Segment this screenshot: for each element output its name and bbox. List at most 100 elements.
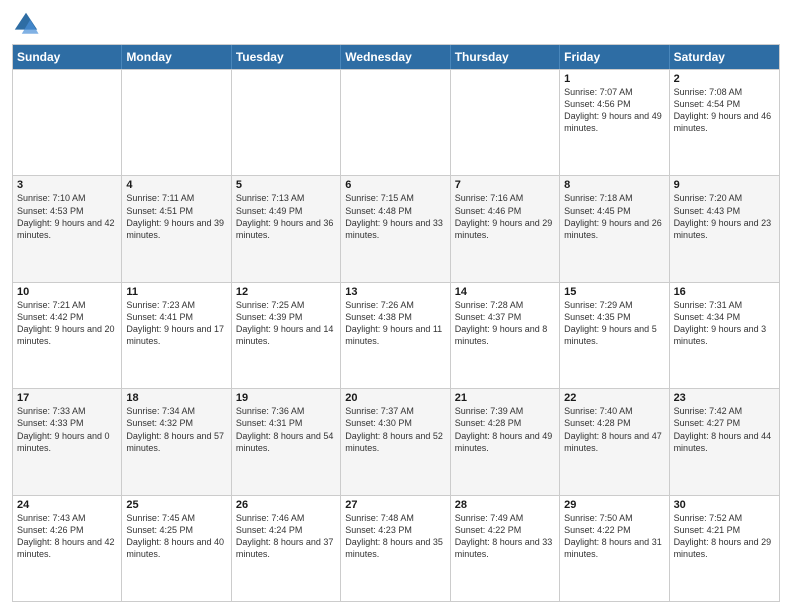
day-num-6: 6 [345, 179, 445, 191]
cal-cell-r0-c4 [451, 70, 560, 175]
cal-cell-r4-c5: 29Sunrise: 7:50 AM Sunset: 4:22 PM Dayli… [560, 496, 669, 601]
day-num-3: 3 [17, 179, 117, 191]
cal-cell-r3-c1: 18Sunrise: 7:34 AM Sunset: 4:32 PM Dayli… [122, 389, 231, 494]
cal-cell-r4-c0: 24Sunrise: 7:43 AM Sunset: 4:26 PM Dayli… [13, 496, 122, 601]
day-num-21: 21 [455, 392, 555, 404]
cal-cell-r0-c6: 2Sunrise: 7:08 AM Sunset: 4:54 PM Daylig… [670, 70, 779, 175]
cell-text-10: Sunrise: 7:21 AM Sunset: 4:42 PM Dayligh… [17, 299, 117, 348]
cell-text-30: Sunrise: 7:52 AM Sunset: 4:21 PM Dayligh… [674, 512, 775, 561]
cal-cell-r1-c5: 8Sunrise: 7:18 AM Sunset: 4:45 PM Daylig… [560, 176, 669, 281]
day-num-19: 19 [236, 392, 336, 404]
cell-text-19: Sunrise: 7:36 AM Sunset: 4:31 PM Dayligh… [236, 405, 336, 454]
cell-text-1: Sunrise: 7:07 AM Sunset: 4:56 PM Dayligh… [564, 86, 664, 135]
cell-text-12: Sunrise: 7:25 AM Sunset: 4:39 PM Dayligh… [236, 299, 336, 348]
cal-cell-r0-c0 [13, 70, 122, 175]
day-num-30: 30 [674, 499, 775, 511]
cal-cell-r2-c1: 11Sunrise: 7:23 AM Sunset: 4:41 PM Dayli… [122, 283, 231, 388]
cell-text-27: Sunrise: 7:48 AM Sunset: 4:23 PM Dayligh… [345, 512, 445, 561]
cell-text-5: Sunrise: 7:13 AM Sunset: 4:49 PM Dayligh… [236, 192, 336, 241]
day-num-29: 29 [564, 499, 664, 511]
day-num-1: 1 [564, 73, 664, 85]
cal-cell-r4-c4: 28Sunrise: 7:49 AM Sunset: 4:22 PM Dayli… [451, 496, 560, 601]
logo-icon [12, 10, 40, 38]
cal-cell-r1-c1: 4Sunrise: 7:11 AM Sunset: 4:51 PM Daylig… [122, 176, 231, 281]
day-num-14: 14 [455, 286, 555, 298]
day-num-26: 26 [236, 499, 336, 511]
cal-cell-r3-c2: 19Sunrise: 7:36 AM Sunset: 4:31 PM Dayli… [232, 389, 341, 494]
day-num-10: 10 [17, 286, 117, 298]
day-num-23: 23 [674, 392, 775, 404]
header-sunday: Sunday [13, 45, 122, 69]
logo [12, 10, 44, 38]
header [12, 10, 780, 38]
cal-cell-r2-c4: 14Sunrise: 7:28 AM Sunset: 4:37 PM Dayli… [451, 283, 560, 388]
cell-text-7: Sunrise: 7:16 AM Sunset: 4:46 PM Dayligh… [455, 192, 555, 241]
header-saturday: Saturday [670, 45, 779, 69]
cal-cell-r2-c2: 12Sunrise: 7:25 AM Sunset: 4:39 PM Dayli… [232, 283, 341, 388]
day-num-12: 12 [236, 286, 336, 298]
day-num-5: 5 [236, 179, 336, 191]
day-num-4: 4 [126, 179, 226, 191]
cell-text-17: Sunrise: 7:33 AM Sunset: 4:33 PM Dayligh… [17, 405, 117, 454]
cal-row-1: 3Sunrise: 7:10 AM Sunset: 4:53 PM Daylig… [13, 175, 779, 281]
day-num-11: 11 [126, 286, 226, 298]
cell-text-2: Sunrise: 7:08 AM Sunset: 4:54 PM Dayligh… [674, 86, 775, 135]
cal-cell-r4-c2: 26Sunrise: 7:46 AM Sunset: 4:24 PM Dayli… [232, 496, 341, 601]
cal-cell-r1-c3: 6Sunrise: 7:15 AM Sunset: 4:48 PM Daylig… [341, 176, 450, 281]
header-friday: Friday [560, 45, 669, 69]
cell-text-6: Sunrise: 7:15 AM Sunset: 4:48 PM Dayligh… [345, 192, 445, 241]
day-num-9: 9 [674, 179, 775, 191]
cal-cell-r4-c6: 30Sunrise: 7:52 AM Sunset: 4:21 PM Dayli… [670, 496, 779, 601]
cal-cell-r0-c5: 1Sunrise: 7:07 AM Sunset: 4:56 PM Daylig… [560, 70, 669, 175]
header-tuesday: Tuesday [232, 45, 341, 69]
calendar-header: Sunday Monday Tuesday Wednesday Thursday… [13, 45, 779, 69]
day-num-15: 15 [564, 286, 664, 298]
day-num-17: 17 [17, 392, 117, 404]
day-num-2: 2 [674, 73, 775, 85]
day-num-24: 24 [17, 499, 117, 511]
cal-cell-r0-c3 [341, 70, 450, 175]
cell-text-4: Sunrise: 7:11 AM Sunset: 4:51 PM Dayligh… [126, 192, 226, 241]
cell-text-13: Sunrise: 7:26 AM Sunset: 4:38 PM Dayligh… [345, 299, 445, 348]
cell-text-23: Sunrise: 7:42 AM Sunset: 4:27 PM Dayligh… [674, 405, 775, 454]
cal-cell-r0-c2 [232, 70, 341, 175]
day-num-7: 7 [455, 179, 555, 191]
cal-row-4: 24Sunrise: 7:43 AM Sunset: 4:26 PM Dayli… [13, 495, 779, 601]
header-wednesday: Wednesday [341, 45, 450, 69]
cal-row-3: 17Sunrise: 7:33 AM Sunset: 4:33 PM Dayli… [13, 388, 779, 494]
cell-text-9: Sunrise: 7:20 AM Sunset: 4:43 PM Dayligh… [674, 192, 775, 241]
cell-text-8: Sunrise: 7:18 AM Sunset: 4:45 PM Dayligh… [564, 192, 664, 241]
cal-cell-r3-c4: 21Sunrise: 7:39 AM Sunset: 4:28 PM Dayli… [451, 389, 560, 494]
calendar: Sunday Monday Tuesday Wednesday Thursday… [12, 44, 780, 602]
cal-cell-r0-c1 [122, 70, 231, 175]
day-num-16: 16 [674, 286, 775, 298]
cell-text-22: Sunrise: 7:40 AM Sunset: 4:28 PM Dayligh… [564, 405, 664, 454]
header-monday: Monday [122, 45, 231, 69]
cell-text-3: Sunrise: 7:10 AM Sunset: 4:53 PM Dayligh… [17, 192, 117, 241]
day-num-18: 18 [126, 392, 226, 404]
cal-cell-r1-c4: 7Sunrise: 7:16 AM Sunset: 4:46 PM Daylig… [451, 176, 560, 281]
cal-cell-r2-c5: 15Sunrise: 7:29 AM Sunset: 4:35 PM Dayli… [560, 283, 669, 388]
cal-cell-r2-c6: 16Sunrise: 7:31 AM Sunset: 4:34 PM Dayli… [670, 283, 779, 388]
cal-cell-r4-c3: 27Sunrise: 7:48 AM Sunset: 4:23 PM Dayli… [341, 496, 450, 601]
header-thursday: Thursday [451, 45, 560, 69]
cal-cell-r4-c1: 25Sunrise: 7:45 AM Sunset: 4:25 PM Dayli… [122, 496, 231, 601]
cell-text-11: Sunrise: 7:23 AM Sunset: 4:41 PM Dayligh… [126, 299, 226, 348]
cell-text-15: Sunrise: 7:29 AM Sunset: 4:35 PM Dayligh… [564, 299, 664, 348]
calendar-body: 1Sunrise: 7:07 AM Sunset: 4:56 PM Daylig… [13, 69, 779, 601]
cal-row-0: 1Sunrise: 7:07 AM Sunset: 4:56 PM Daylig… [13, 69, 779, 175]
cal-cell-r3-c6: 23Sunrise: 7:42 AM Sunset: 4:27 PM Dayli… [670, 389, 779, 494]
cal-row-2: 10Sunrise: 7:21 AM Sunset: 4:42 PM Dayli… [13, 282, 779, 388]
day-num-13: 13 [345, 286, 445, 298]
cal-cell-r2-c3: 13Sunrise: 7:26 AM Sunset: 4:38 PM Dayli… [341, 283, 450, 388]
cell-text-26: Sunrise: 7:46 AM Sunset: 4:24 PM Dayligh… [236, 512, 336, 561]
cell-text-16: Sunrise: 7:31 AM Sunset: 4:34 PM Dayligh… [674, 299, 775, 348]
day-num-22: 22 [564, 392, 664, 404]
cell-text-29: Sunrise: 7:50 AM Sunset: 4:22 PM Dayligh… [564, 512, 664, 561]
cell-text-21: Sunrise: 7:39 AM Sunset: 4:28 PM Dayligh… [455, 405, 555, 454]
cell-text-24: Sunrise: 7:43 AM Sunset: 4:26 PM Dayligh… [17, 512, 117, 561]
cell-text-25: Sunrise: 7:45 AM Sunset: 4:25 PM Dayligh… [126, 512, 226, 561]
cal-cell-r3-c0: 17Sunrise: 7:33 AM Sunset: 4:33 PM Dayli… [13, 389, 122, 494]
page: Sunday Monday Tuesday Wednesday Thursday… [0, 0, 792, 612]
cell-text-14: Sunrise: 7:28 AM Sunset: 4:37 PM Dayligh… [455, 299, 555, 348]
